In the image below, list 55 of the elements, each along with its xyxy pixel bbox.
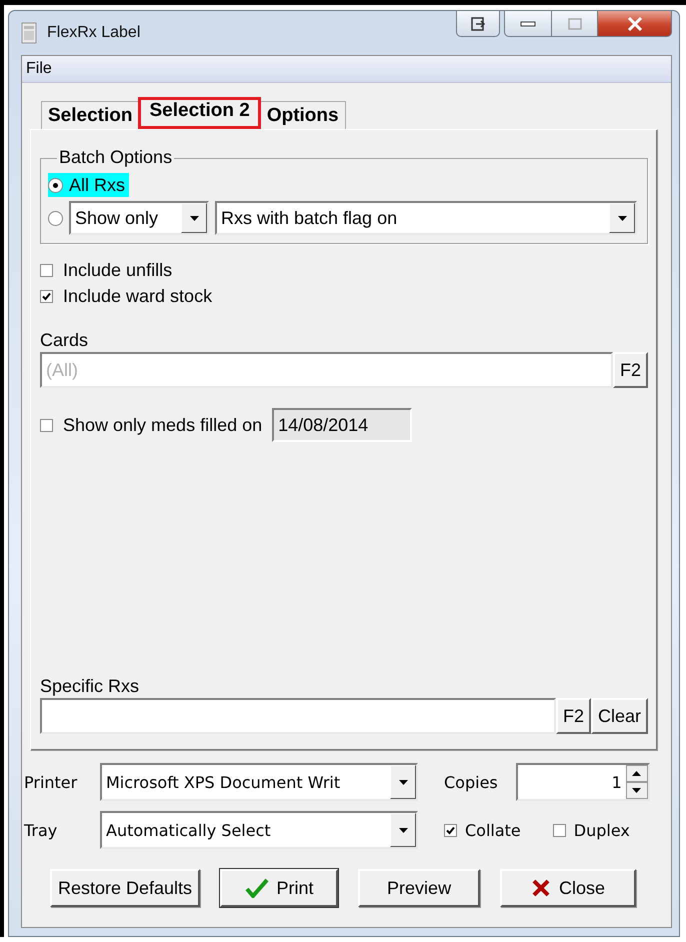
lookup-button[interactable]: F2 [556,698,591,734]
checkbox[interactable] [444,824,457,836]
filter-dropdown[interactable]: Show only [69,201,209,235]
radio-button[interactable] [48,178,63,192]
tab[interactable]: Selection 2 [138,97,261,129]
date-field[interactable]: 14/08/2014 [272,408,412,442]
window-title: FlexRx Label [47,24,142,42]
app-icon [21,22,37,44]
menu-item[interactable]: File [22,60,58,78]
tray-dropdown[interactable]: Automatically Select [100,811,418,849]
checkbox-label: Show only meds filled on [63,414,262,436]
restore-window-button[interactable] [456,11,500,37]
checkbox-label: Include unfills [63,260,172,280]
copies-spinner[interactable]: 1 [516,763,650,801]
highlighted-radio-option[interactable]: All Rxs [48,173,130,197]
clear-button[interactable]: Clear [590,698,648,734]
minimize-icon [520,20,536,26]
cards-label: Cards [40,330,90,352]
tab[interactable]: Options [260,101,346,129]
caret-down-icon [632,788,642,793]
caret-down-icon [398,780,408,784]
cards-field[interactable]: (All) [40,352,613,388]
lookup-button[interactable]: F2 [612,352,648,388]
maximize-icon [568,18,582,30]
minimize-button[interactable] [504,11,552,37]
copies-label: Copies [444,772,498,792]
checkbox[interactable] [40,418,53,432]
close-icon [626,16,642,30]
tab[interactable]: Selection [41,101,140,129]
radio-button[interactable] [48,210,63,226]
print-button[interactable]: Print [220,869,338,907]
checkbox[interactable] [552,824,566,836]
restore-defaults-button[interactable]: Restore Defaults [50,869,200,907]
group-title: Batch Options [57,147,174,168]
checkbox-label: Duplex [574,820,630,840]
printer-dropdown[interactable]: Microsoft XPS Document Writ [100,763,418,801]
checkbox-label: Include ward stock [63,286,212,306]
specific-rxs-field[interactable] [40,698,556,734]
checkbox[interactable] [40,290,53,302]
checkbox[interactable] [40,264,53,276]
caret-down-icon [398,828,408,832]
close-button[interactable]: Close [500,869,636,907]
x-mark-icon [531,878,552,898]
tray-label: Tray [24,820,58,840]
maximize-button[interactable] [552,11,598,37]
check-mark-icon [244,878,269,898]
checkbox-label: Collate [465,820,521,840]
specific-rxs-label: Specific Rxs [40,676,140,698]
caret-up-icon [632,771,642,776]
caret-down-icon [190,216,198,220]
preview-button[interactable]: Preview [358,869,480,907]
printer-label: Printer [24,772,78,792]
caret-down-icon [618,216,626,220]
close-window-button[interactable] [598,11,672,37]
criterion-dropdown[interactable]: Rxs with batch flag on [215,201,637,235]
